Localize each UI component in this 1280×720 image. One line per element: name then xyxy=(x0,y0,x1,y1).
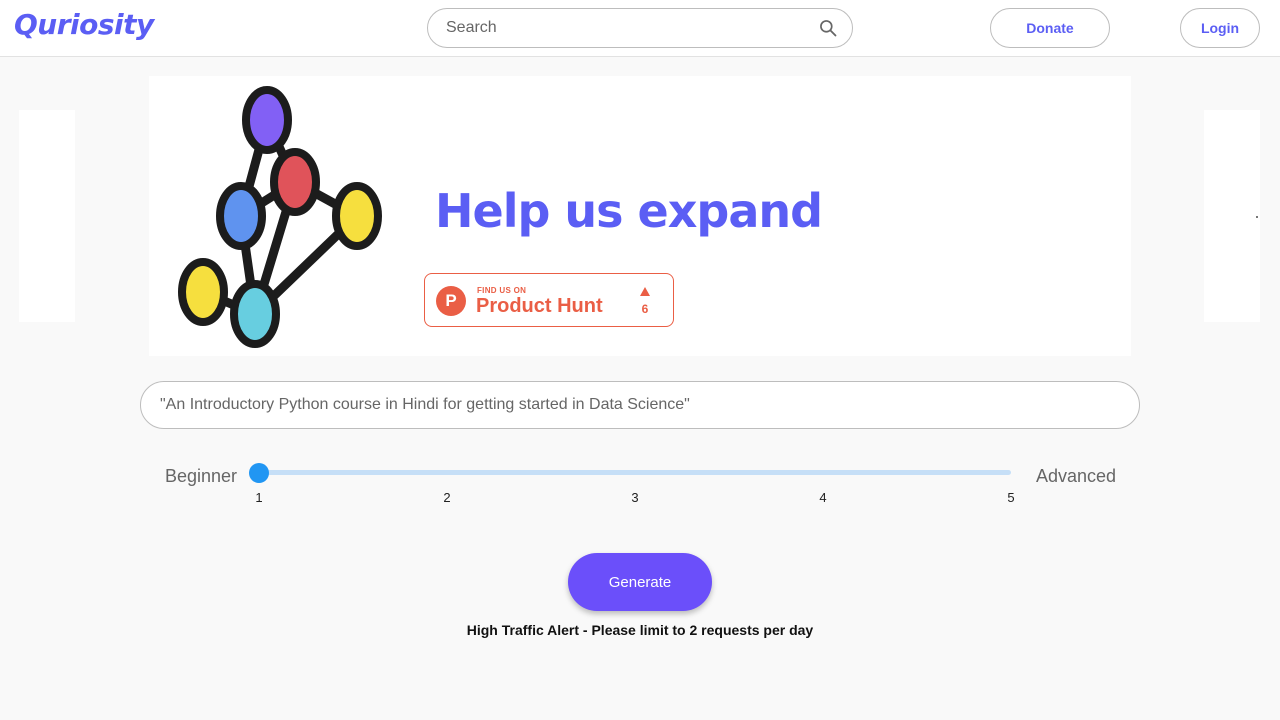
carousel-prev-slide[interactable] xyxy=(19,110,75,322)
traffic-alert-text: High Traffic Alert - Please limit to 2 r… xyxy=(466,622,814,638)
level-max-label: Advanced xyxy=(1036,466,1117,486)
level-slider-thumb[interactable] xyxy=(249,463,269,483)
search-input[interactable] xyxy=(446,9,816,47)
level-tick-label[interactable]: 5 xyxy=(1001,490,1021,505)
top-nav-bar: Quriosity Donate Login xyxy=(0,0,1280,57)
product-hunt-caption: FIND US ON xyxy=(477,286,527,295)
level-min-label: Beginner xyxy=(165,466,238,486)
level-tick-label[interactable]: 4 xyxy=(813,490,833,505)
graph-node xyxy=(178,258,228,326)
graph-node xyxy=(242,86,292,154)
login-button[interactable]: Login xyxy=(1180,8,1260,48)
level-tick-label[interactable]: 2 xyxy=(437,490,457,505)
graph-node xyxy=(332,182,382,250)
donate-button[interactable]: Donate xyxy=(990,8,1110,48)
course-prompt-box[interactable] xyxy=(140,381,1140,429)
carousel-next-slide[interactable] xyxy=(1204,110,1260,322)
knowledge-graph-illustration xyxy=(178,86,382,348)
product-hunt-logo-icon: P xyxy=(436,286,466,316)
search-icon[interactable] xyxy=(818,18,838,38)
level-tick-label[interactable]: 1 xyxy=(249,490,269,505)
product-hunt-badge[interactable]: P FIND US ON Product Hunt 6 xyxy=(424,273,674,327)
graph-node xyxy=(270,148,320,216)
level-tick-label[interactable]: 3 xyxy=(625,490,645,505)
generate-button[interactable]: Generate xyxy=(568,553,712,611)
product-hunt-name: Product Hunt xyxy=(476,295,603,317)
course-prompt-input[interactable] xyxy=(160,382,1120,428)
slide-fragment xyxy=(1256,216,1258,218)
upvote-triangle-icon xyxy=(640,287,650,296)
graph-node xyxy=(230,280,280,348)
upvote-count: 6 xyxy=(641,302,649,316)
level-slider-track[interactable] xyxy=(259,470,1011,475)
graph-node xyxy=(216,182,266,250)
app-logo[interactable]: Quriosity xyxy=(14,8,154,41)
banner-slide: Help us expand P FIND US ON Product Hunt… xyxy=(149,76,1131,356)
search-box[interactable] xyxy=(427,8,853,48)
banner-title: Help us expand xyxy=(435,184,823,238)
